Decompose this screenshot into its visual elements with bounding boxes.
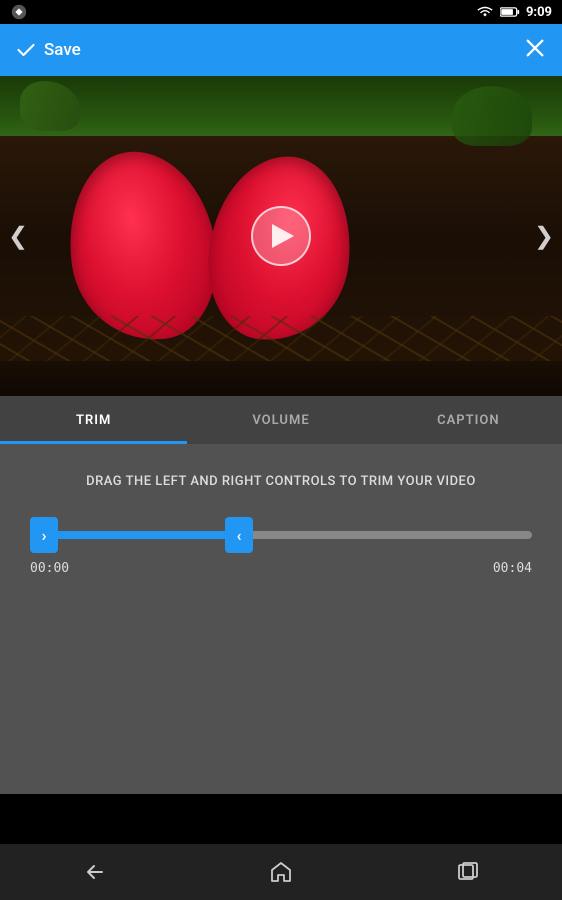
bottom-nav [0,844,562,900]
home-button[interactable] [251,852,311,892]
ground-sticks [0,316,562,366]
battery-icon [500,6,520,18]
close-icon [524,37,546,59]
trim-slider[interactable]: › ‹ [30,517,532,553]
tab-bar: TRIM VOLUME CAPTION [0,396,562,444]
top-bar: Save [0,24,562,76]
left-handle-arrow: › [42,526,47,545]
time-labels: 00:00 00:04 [30,561,532,576]
recent-apps-button[interactable] [438,852,498,892]
status-time: 9:09 [526,5,552,20]
close-button[interactable] [524,37,546,64]
end-time: 00:04 [493,561,532,576]
trim-instruction: DRAG THE LEFT AND RIGHT CONTROLS TO TRIM… [20,474,542,489]
tab-trim[interactable]: TRIM [0,396,187,444]
back-button[interactable] [64,852,124,892]
play-icon [272,224,294,248]
home-icon [269,860,293,884]
content-area: DRAG THE LEFT AND RIGHT CONTROLS TO TRIM… [0,444,562,794]
plant-right [452,86,532,146]
right-handle-arrow: ‹ [237,526,242,545]
check-icon [16,40,36,60]
status-bar: 9:09 [0,0,562,24]
save-button[interactable]: Save [16,40,81,60]
prev-arrow[interactable]: ❮ [0,76,36,396]
recent-apps-icon [456,860,480,884]
tab-volume[interactable]: VOLUME [187,396,374,444]
ground-base [0,361,562,396]
tab-caption[interactable]: CAPTION [375,396,562,444]
wifi-icon [476,5,494,19]
video-area: ❮ ❯ [0,76,562,396]
start-time: 00:00 [30,561,69,576]
trim-filled-track [54,531,229,539]
play-button[interactable] [251,206,311,266]
trim-handle-right[interactable]: ‹ [225,517,253,553]
next-arrow[interactable]: ❯ [526,76,562,396]
status-app-icon [10,3,28,21]
back-icon [82,860,106,884]
trim-handle-left[interactable]: › [30,517,58,553]
save-label: Save [44,40,81,60]
